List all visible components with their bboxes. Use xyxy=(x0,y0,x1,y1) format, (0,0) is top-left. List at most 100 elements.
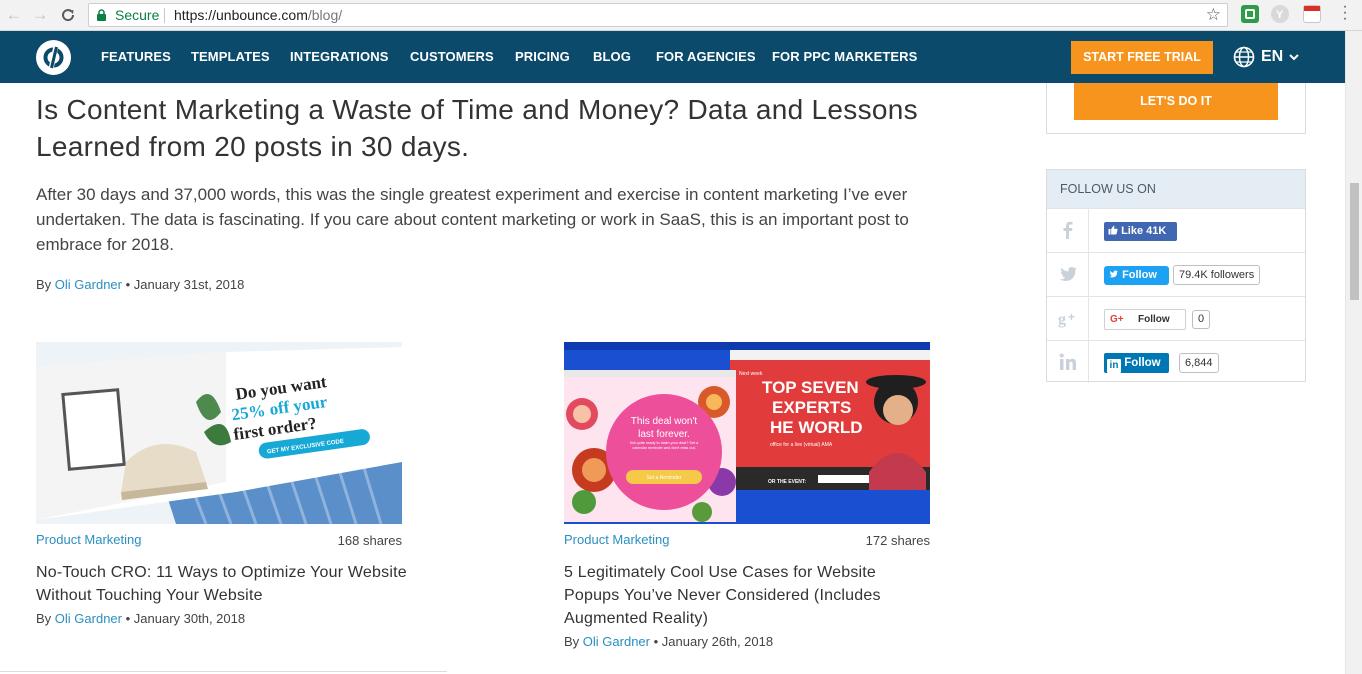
section-divider xyxy=(0,671,447,672)
twitter-follow-button[interactable]: Follow xyxy=(1104,266,1169,285)
post-share-count: 168 shares xyxy=(337,533,402,548)
follow-us-widget: FOLLOW US ON Like 41K Follow 79.4K follo… xyxy=(1046,169,1306,383)
banner-small-text: office for a live (virtual) AMA xyxy=(770,442,833,448)
logo-mark xyxy=(43,45,64,70)
forward-button[interactable]: → xyxy=(30,5,50,25)
linkedin-follower-count: 6,844 xyxy=(1179,353,1219,373)
google-plus-count: 0 xyxy=(1192,310,1211,329)
nav-customers[interactable]: CUSTOMERS xyxy=(410,31,494,83)
linkedin-follow-label: Follow xyxy=(1124,357,1161,369)
popup-small-text: Not quite ready to claim your deal? Set … xyxy=(629,441,699,450)
post-byline: By Oli Gardner • January 30th, 2018 xyxy=(36,611,245,626)
facebook-icon[interactable] xyxy=(1058,220,1078,240)
lets-do-it-button[interactable]: LET'S DO IT xyxy=(1074,83,1278,120)
browser-toolbar: ← → Secure https://unbounce.com/blog/ ☆ … xyxy=(0,0,1362,31)
site-header: FEATURES TEMPLATES INTEGRATIONS CUSTOMER… xyxy=(0,31,1362,83)
popup-line-2: last forever. xyxy=(638,429,690,440)
nav-for-ppc-marketers[interactable]: FOR PPC MARKETERS xyxy=(772,31,917,83)
author-link[interactable]: Oli Gardner xyxy=(583,634,650,649)
coupon-popup-illustration: Do you want 25% off your first order? GE… xyxy=(36,342,402,524)
extension-gray-icon[interactable]: Y xyxy=(1271,5,1289,23)
unbounce-logo-icon[interactable] xyxy=(36,40,71,75)
google-plus-follow-button[interactable]: G+ Follow xyxy=(1104,309,1186,330)
calendar-extension-icon[interactable] xyxy=(1303,5,1321,23)
reload-icon xyxy=(62,9,75,22)
lock-icon xyxy=(97,9,106,21)
page-scrollbar[interactable] xyxy=(1345,31,1362,674)
google-plus-follow-label: Follow xyxy=(1138,314,1170,325)
byline-by: By xyxy=(36,611,52,626)
banner-line-1: TOP SEVEN xyxy=(762,378,859,397)
nav-templates[interactable]: TEMPLATES xyxy=(191,31,270,83)
twitter-icon-cell xyxy=(1047,253,1089,296)
banner-line-2: EXPERTS xyxy=(772,398,851,417)
post-date: • January 31st, 2018 xyxy=(125,277,245,292)
url-text[interactable]: https://unbounce.com/blog/ xyxy=(174,4,342,26)
twitter-follow-label: Follow xyxy=(1122,269,1157,281)
browser-menu-icon[interactable]: · · · xyxy=(1341,0,1349,27)
google-plus-row: g + G+ Follow 0 xyxy=(1047,296,1305,340)
featured-post-excerpt: After 30 days and 37,000 words, this was… xyxy=(36,185,909,254)
post-category-link[interactable]: Product Marketing xyxy=(564,532,670,547)
nav-for-agencies[interactable]: FOR AGENCIES xyxy=(656,31,756,83)
url-path: /blog/ xyxy=(307,7,343,23)
google-plus-small-icon: G+ xyxy=(1110,314,1124,325)
omnibox-separator xyxy=(164,8,165,23)
facebook-icon-cell xyxy=(1047,209,1089,252)
bookmark-star-icon[interactable]: ☆ xyxy=(1206,4,1221,26)
linkedin-follow-button[interactable]: in Follow xyxy=(1104,353,1169,373)
linkedin-icon[interactable] xyxy=(1058,352,1078,372)
nav-features[interactable]: FEATURES xyxy=(101,31,171,83)
back-button[interactable]: ← xyxy=(4,5,24,25)
svg-text:g: g xyxy=(1058,311,1066,328)
follow-us-heading: FOLLOW US ON xyxy=(1047,170,1305,208)
post-category-link[interactable]: Product Marketing xyxy=(36,532,142,547)
post-thumbnail-no-touch-cro[interactable]: Do you want 25% off your first order? GE… xyxy=(36,342,402,524)
google-plus-icon[interactable]: g + xyxy=(1058,308,1080,328)
post-thumbnail-popup-use-cases[interactable]: SIGN ME UP OR THE EVENT: Next week TOP S… xyxy=(564,342,930,524)
facebook-like-label: Like 41K xyxy=(1121,225,1167,237)
post-title-no-touch-cro[interactable]: No-Touch CRO: 11 Ways to Optimize Your W… xyxy=(36,561,408,607)
nav-blog[interactable]: BLOG xyxy=(593,31,631,83)
post-byline: By Oli Gardner • January 26th, 2018 xyxy=(564,634,773,649)
byline-by: By xyxy=(564,634,580,649)
linkedin-in-icon: in xyxy=(1107,359,1121,373)
svg-text:+: + xyxy=(1068,310,1075,324)
globe-icon[interactable] xyxy=(1233,46,1255,68)
scrollbar-thumb[interactable] xyxy=(1350,183,1359,300)
thumbs-up-icon xyxy=(1108,225,1118,235)
secure-label: Secure xyxy=(115,7,160,23)
address-bar[interactable]: Secure https://unbounce.com/blog/ ☆ xyxy=(88,3,1228,27)
facebook-row: Like 41K xyxy=(1047,208,1305,252)
nav-pricing[interactable]: PRICING xyxy=(515,31,570,83)
linkedin-row: in Follow 6,844 xyxy=(1047,340,1305,383)
twitter-row: Follow 79.4K followers xyxy=(1047,252,1305,296)
url-host: https://unbounce.com xyxy=(174,7,308,23)
extension-green-icon[interactable] xyxy=(1241,5,1259,23)
twitter-icon[interactable] xyxy=(1058,264,1078,284)
popup-line-1: This deal won't xyxy=(631,416,698,427)
featured-post-byline: By Oli Gardner • January 31st, 2018 xyxy=(36,277,244,292)
byline-by: By xyxy=(36,277,52,292)
featured-post-title[interactable]: Is Content Marketing a Waste of Time and… xyxy=(36,91,936,165)
start-free-trial-button[interactable]: START FREE TRIAL xyxy=(1071,41,1213,74)
twitter-bird-icon xyxy=(1109,270,1118,278)
nav-integrations[interactable]: INTEGRATIONS xyxy=(290,31,388,83)
author-link[interactable]: Oli Gardner xyxy=(55,277,122,292)
post-title-popup-use-cases[interactable]: 5 Legitimately Cool Use Cases for Websit… xyxy=(564,561,936,630)
language-selector[interactable]: EN xyxy=(1261,31,1283,83)
author-link[interactable]: Oli Gardner xyxy=(55,611,122,626)
popup-button-text: Set a Reminder xyxy=(647,475,682,481)
linkedin-icon-cell xyxy=(1047,341,1089,383)
twitter-follower-count: 79.4K followers xyxy=(1173,265,1261,285)
facebook-like-button[interactable]: Like 41K xyxy=(1104,222,1177,241)
event-label: OR THE EVENT: xyxy=(768,479,806,485)
reload-button[interactable] xyxy=(58,5,78,25)
post-date: • January 26th, 2018 xyxy=(653,634,774,649)
chevron-down-icon[interactable] xyxy=(1289,52,1299,62)
banner-corner-label: Next week xyxy=(739,371,763,377)
post-date: • January 30th, 2018 xyxy=(125,611,246,626)
post-share-count: 172 shares xyxy=(865,533,930,548)
google-plus-icon-cell: g + xyxy=(1047,297,1089,340)
banner-line-3: HE WORLD xyxy=(770,418,863,437)
